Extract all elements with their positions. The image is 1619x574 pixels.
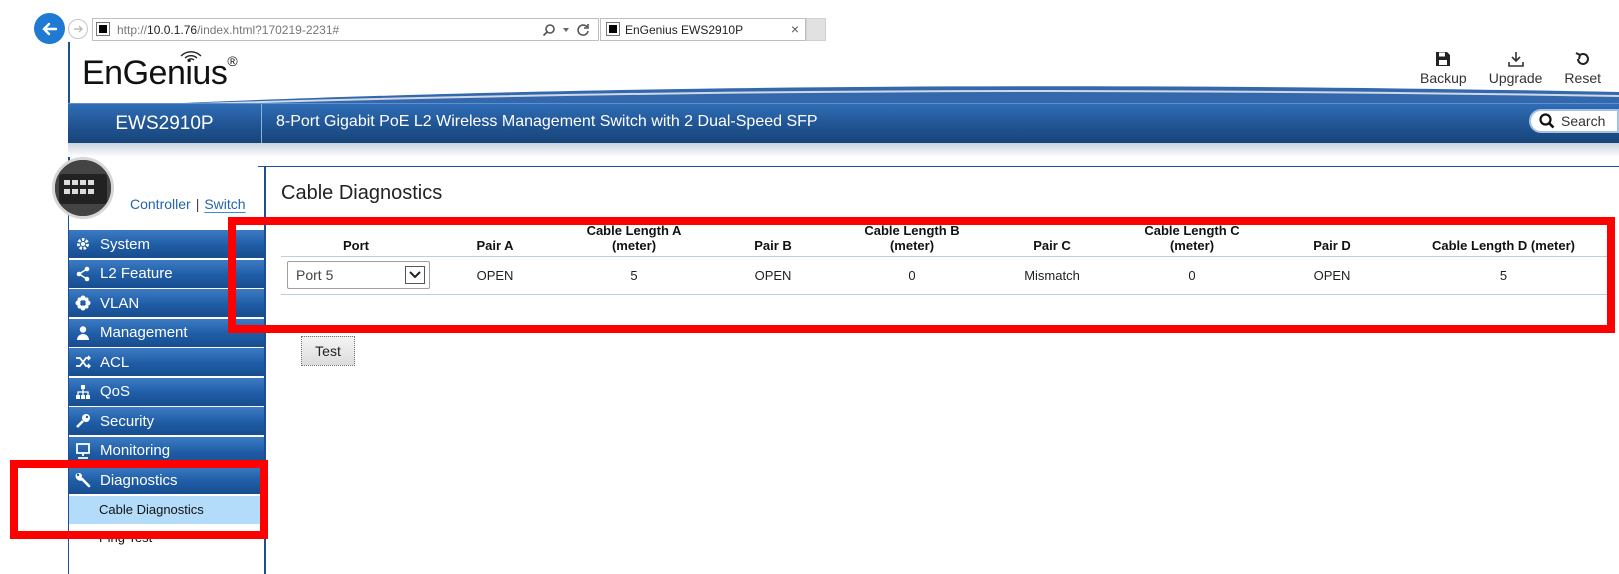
sidebar-item-label: VLAN [100,294,140,312]
sidebar-item-acl[interactable]: ACL [69,348,264,376]
model-bar: EWS2910P 8-Port Gigabit PoE L2 Wireless … [68,103,1619,144]
gear-icon [77,238,89,250]
user-icon [77,325,89,340]
monitor-icon [76,442,90,459]
device-avatar [52,157,114,219]
highlight-box-diagnostics [10,460,268,539]
share-icon [76,266,90,281]
download-icon [1507,52,1524,67]
sidebar-item-label: L2 Feature [100,265,173,282]
reset-icon [1575,52,1589,65]
back-button[interactable] [34,13,65,44]
key-icon [76,414,90,428]
address-bar[interactable]: http://10.0.1.76/index.html?170219-2231# [92,18,599,41]
sidebar-item-label: Monitoring [100,442,171,459]
reset-label: Reset [1564,70,1601,86]
tab-favicon-icon [606,22,620,36]
model-description: 8-Port Gigabit PoE L2 Wireless Managemen… [276,113,818,130]
save-icon [1436,52,1451,66]
wifi-logo-icon [180,51,202,61]
search-icon [1539,113,1555,129]
switch-device-icon [55,160,111,216]
header-actions: Backup Upgrade Reset [1420,50,1601,86]
new-tab-button[interactable] [806,18,826,41]
forward-button[interactable] [68,19,88,39]
controller-switch-toggle: Controller | Switch [130,196,246,212]
tab-title: EnGenius EWS2910P [625,23,744,37]
bar-shadow [68,143,1619,157]
test-button[interactable]: Test [301,336,355,366]
content-top-rule [258,166,1619,167]
search-icon[interactable] [542,23,556,37]
model-name: EWS2910P [68,104,262,144]
address-url: http://10.0.1.76/index.html?170219-2231# [117,23,340,37]
site-favicon-icon [96,22,110,36]
upgrade-button[interactable]: Upgrade [1488,50,1543,86]
browser-tab[interactable]: EnGenius EWS2910P × [600,18,806,41]
highlight-box-table [228,217,1615,333]
sitemap-icon [76,384,90,399]
search-button[interactable]: Search [1529,109,1619,133]
sidebar-item-label: ACL [100,353,130,371]
shuffle-icon [76,355,91,369]
refresh-icon[interactable] [576,23,590,37]
switch-link[interactable]: Switch [204,196,245,212]
arrow-right-icon [74,25,83,33]
flower-icon [75,295,91,311]
dropdown-icon[interactable] [562,26,570,34]
arrow-left-icon [41,22,57,35]
controller-link[interactable]: Controller [130,196,191,212]
search-label: Search [1561,113,1606,129]
sidebar-item-label: QoS [100,383,131,400]
sidebar-item-label: Management [100,324,188,341]
reset-button[interactable]: Reset [1564,50,1601,86]
close-tab-icon[interactable]: × [791,21,799,37]
upgrade-label: Upgrade [1488,70,1543,86]
sidebar-item-label: System [100,235,151,253]
page-title: Cable Diagnostics [281,182,443,204]
backup-label: Backup [1420,70,1467,86]
browser-toolbar: http://10.0.1.76/index.html?170219-2231#… [0,0,1619,46]
sidebar-item-qos[interactable]: QoS [69,377,264,406]
sidebar-item-security[interactable]: Security [69,407,264,435]
sidebar-item-label: Security [100,412,155,430]
backup-button[interactable]: Backup [1420,50,1467,86]
